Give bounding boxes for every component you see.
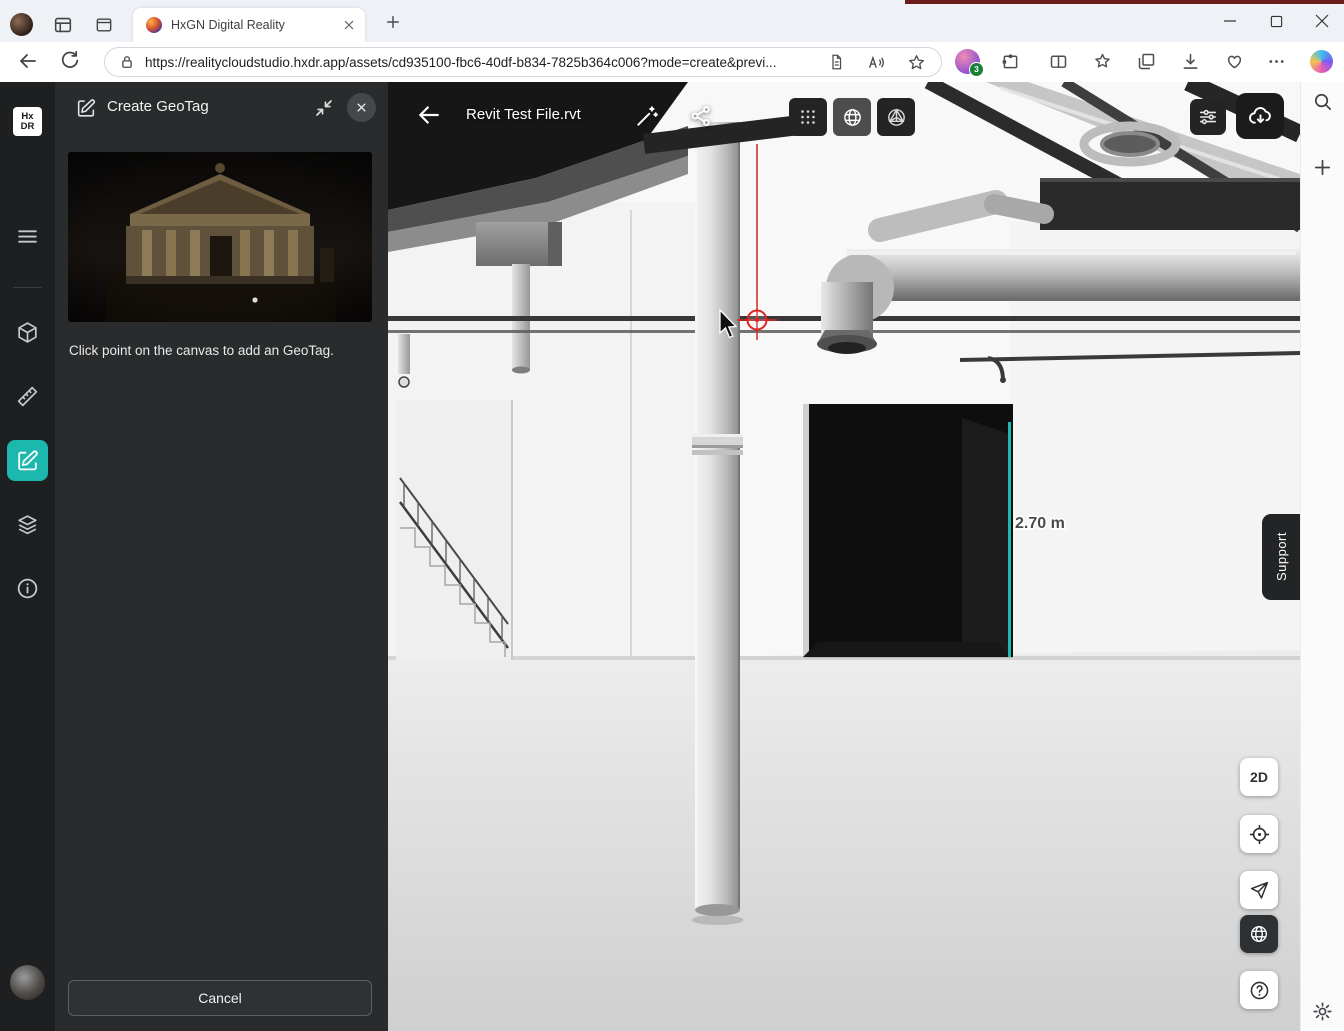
app-sidebar: Hx DR [0,82,55,1031]
logo-line-2: DR [21,122,35,132]
window-accent-strip [905,0,1344,4]
browser-profile-avatar[interactable] [10,13,33,36]
profile-badge: 3 [969,62,984,77]
3d-scene: 2.70 m [388,82,1300,1031]
site-info-lock-icon[interactable] [118,53,138,73]
viewer-back-button[interactable] [414,100,448,134]
tab-favicon-icon [146,17,162,33]
locate-button[interactable] [1240,815,1278,853]
split-screen-icon[interactable] [1048,51,1070,73]
sidebar-item-info[interactable] [15,576,40,601]
downloads-icon[interactable] [1180,51,1202,73]
panel-header: Create GeoTag [55,82,388,134]
panel-title: Create GeoTag [107,98,209,115]
url-field[interactable]: https://realitycloudstudio.hxdr.app/asse… [104,47,942,77]
close-window-button[interactable] [1306,6,1338,36]
sidebar-search-icon[interactable] [1311,90,1335,114]
page-tools-icon[interactable] [827,53,847,73]
stairs [396,400,512,660]
share-icon[interactable] [688,103,715,130]
browser-profile-button[interactable]: 3 [955,49,980,74]
refresh-button[interactable] [58,49,84,75]
viewer-canvas[interactable]: 2.70 m Revit Test File.rvt [388,82,1300,1031]
favorite-star-icon[interactable] [907,53,927,73]
measurement-label: 2.70 m [1015,515,1065,532]
globe-mode-button[interactable] [1240,915,1278,953]
instruction-text: Click point on the canvas to add an GeoT… [69,343,373,358]
favorites-icon[interactable] [1092,51,1114,73]
sidebar-item-3d-assets[interactable] [15,320,40,345]
copilot-icon[interactable] [1310,50,1333,73]
browser-tab[interactable]: HxGN Digital Reality [133,8,365,42]
support-tab[interactable]: Support [1262,514,1300,600]
maximize-button[interactable] [1260,6,1292,36]
toggle-2d-button[interactable]: 2D [1240,758,1278,796]
viewer-file-name: Revit Test File.rvt [466,106,581,123]
workspaces-icon[interactable] [52,14,74,36]
edit-icon [75,97,97,119]
close-panel-button[interactable] [347,93,376,122]
hxdr-logo[interactable]: Hx DR [13,107,42,136]
back-button[interactable] [16,49,42,75]
magic-wand-icon[interactable] [634,103,661,130]
browser-address-bar: https://realitycloudstudio.hxdr.app/asse… [0,42,1344,83]
collapse-panel-icon[interactable] [312,96,336,120]
menu-icon[interactable] [15,224,40,249]
sidebar-item-layers[interactable] [15,512,40,537]
geotag-preview-image [68,152,372,322]
sidebar-item-measure-tools[interactable] [15,384,40,409]
edge-sidebar-strip [1300,82,1344,1031]
cancel-button[interactable]: Cancel [68,980,372,1016]
extensions-icon[interactable] [1000,51,1022,73]
new-tab-button[interactable] [383,12,403,32]
create-geotag-icon [15,448,40,473]
browser-essentials-icon[interactable] [1224,51,1246,73]
view-settings-button[interactable] [1190,99,1226,135]
sidebar-settings-gear-icon[interactable] [1311,1000,1335,1024]
browser-tab-bar: HxGN Digital Reality [0,0,1344,42]
browser-window: HxGN Digital Reality [0,0,1344,1031]
tab-close-icon[interactable] [341,17,357,33]
settings-menu-icon[interactable] [1266,51,1288,73]
collections-icon[interactable] [1136,51,1158,73]
sidebar-add-icon[interactable] [1311,156,1335,180]
minimize-button[interactable] [1214,6,1246,36]
create-geotag-panel: Create GeoTag [55,82,388,1031]
orientation-button[interactable] [1240,871,1278,909]
mode-hybrid-button-active[interactable] [833,98,871,136]
read-aloud-icon[interactable] [867,53,887,73]
url-text: https://realitycloudstudio.hxdr.app/asse… [145,55,805,70]
help-button[interactable] [1240,971,1278,1009]
tab-title: HxGN Digital Reality [171,18,331,32]
mode-mesh-button[interactable] [877,98,915,136]
cloud-download-button[interactable] [1236,93,1284,139]
sidebar-item-create-geotag-active[interactable] [7,440,48,481]
mode-pointcloud-button[interactable] [789,98,827,136]
sidebar-divider [13,287,42,288]
support-label: Support [1274,532,1289,581]
logo-line-1: Hx [21,112,33,122]
tab-actions-icon[interactable] [94,15,114,35]
user-avatar[interactable] [10,965,45,1000]
